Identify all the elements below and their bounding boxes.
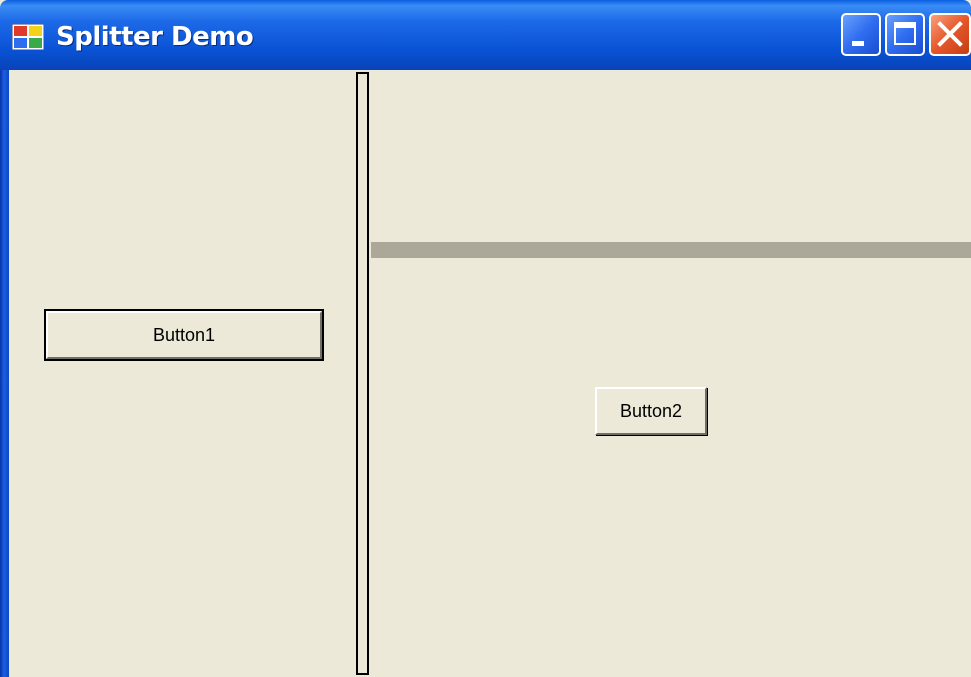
left-panel [9, 70, 355, 677]
window-left-border [0, 70, 9, 677]
button1[interactable]: Button1 [44, 309, 324, 361]
close-button[interactable] [929, 13, 971, 56]
horizontal-splitter[interactable] [371, 242, 971, 258]
app-window-icon [12, 24, 44, 50]
right-bottom-panel [371, 258, 971, 677]
splitter-demo-window: Splitter Demo Button1 Button2 [0, 0, 971, 677]
vertical-splitter[interactable] [355, 70, 371, 677]
title-bar[interactable]: Splitter Demo [0, 0, 971, 70]
maximize-button[interactable] [885, 13, 925, 56]
button2[interactable]: Button2 [595, 387, 707, 435]
maximize-icon [894, 22, 916, 45]
vertical-splitter-handle[interactable] [356, 72, 369, 675]
minimize-button[interactable] [841, 13, 881, 56]
close-icon [937, 21, 963, 47]
window-title: Splitter Demo [56, 22, 254, 52]
minimize-icon [852, 41, 864, 46]
right-top-panel [371, 70, 971, 242]
